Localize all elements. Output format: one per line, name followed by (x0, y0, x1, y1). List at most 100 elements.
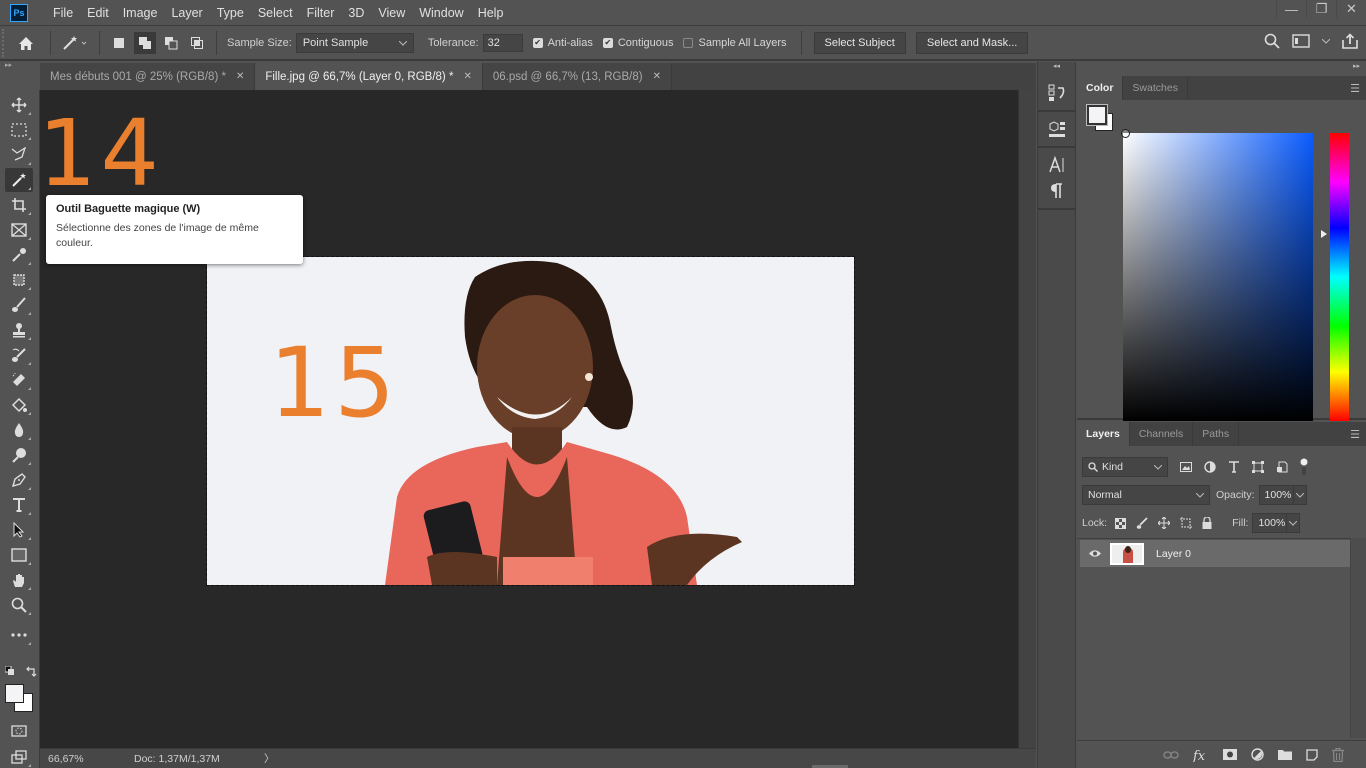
fill-dropdown[interactable] (1286, 513, 1301, 533)
eraser-tool[interactable] (5, 368, 33, 392)
hue-slider-handle[interactable] (1321, 230, 1327, 238)
magic-wand-tool[interactable] (5, 168, 33, 192)
layer-effects-fx-icon[interactable]: fx (1193, 748, 1209, 762)
anti-alias-checkbox[interactable]: ✔ Anti-alias (532, 37, 593, 49)
hue-slider[interactable] (1330, 133, 1349, 421)
tab-color[interactable]: Color (1077, 76, 1124, 100)
new-adjustment-layer-icon[interactable] (1251, 748, 1264, 761)
contiguous-checkbox[interactable]: ✔ Contiguous (602, 37, 673, 49)
lock-image-pixels-icon[interactable] (1136, 517, 1148, 529)
workspace-icon[interactable] (1292, 34, 1310, 48)
panel-menu-icon[interactable]: ☰ (1350, 82, 1360, 95)
move-tool[interactable] (5, 93, 33, 117)
menu-edit[interactable]: Edit (80, 6, 116, 20)
brush-tool[interactable] (5, 293, 33, 317)
healing-brush-tool[interactable] (5, 268, 33, 292)
menu-select[interactable]: Select (251, 6, 300, 20)
tab-mes-debuts[interactable]: Mes débuts 001 @ 25% (RGB/8) * ✕ (40, 63, 256, 90)
character-icon[interactable] (1048, 156, 1066, 174)
menu-window[interactable]: Window (412, 6, 470, 20)
tool-preset-picker[interactable] (57, 35, 93, 51)
sample-size-select[interactable]: Point Sample (295, 33, 414, 53)
blend-mode-select[interactable]: Normal (1082, 485, 1210, 505)
intersect-selection-button[interactable] (186, 32, 208, 54)
blur-tool[interactable] (5, 418, 33, 442)
dodge-tool[interactable] (5, 443, 33, 467)
share-icon[interactable] (1342, 33, 1358, 49)
swap-colors-icon[interactable] (25, 666, 37, 678)
color-picker-cursor[interactable] (1121, 129, 1130, 138)
menu-help[interactable]: Help (471, 6, 511, 20)
close-button[interactable]: ✕ (1336, 0, 1366, 18)
layers-scrollbar[interactable] (1350, 538, 1366, 738)
type-layer-filter-icon[interactable] (1228, 461, 1240, 473)
saturation-brightness-field[interactable] (1123, 133, 1313, 421)
vertical-scrollbar[interactable] (1018, 90, 1036, 748)
select-and-mask-button[interactable]: Select and Mask... (915, 32, 1029, 54)
layer-filter-select[interactable]: Kind (1082, 457, 1168, 477)
zoom-tool[interactable] (5, 593, 33, 617)
visibility-eye-icon[interactable] (1088, 549, 1102, 558)
menu-view[interactable]: View (371, 6, 412, 20)
subtract-from-selection-button[interactable] (160, 32, 182, 54)
pixel-layer-filter-icon[interactable] (1180, 462, 1192, 472)
lock-transparent-pixels-icon[interactable] (1115, 517, 1127, 529)
new-selection-button[interactable] (108, 32, 130, 54)
menu-layer[interactable]: Layer (164, 6, 209, 20)
add-to-selection-button[interactable] (134, 32, 156, 54)
paint-bucket-tool[interactable] (5, 393, 33, 417)
history-brush-tool[interactable] (5, 343, 33, 367)
delete-layer-trash-icon[interactable] (1332, 747, 1344, 762)
sample-all-layers-checkbox[interactable]: Sample All Layers (683, 37, 787, 49)
lock-all-icon[interactable] (1202, 517, 1212, 529)
lock-artboard-icon[interactable] (1180, 517, 1193, 529)
menu-filter[interactable]: Filter (300, 6, 342, 20)
filter-toggle-icon[interactable] (1300, 458, 1308, 476)
clone-stamp-tool[interactable] (5, 318, 33, 342)
minimize-button[interactable]: — (1276, 0, 1306, 18)
tab-channels[interactable]: Channels (1130, 422, 1194, 446)
opacity-dropdown[interactable] (1292, 485, 1307, 505)
close-icon[interactable]: ✕ (463, 71, 471, 82)
toolbar-collapse-toggle[interactable]: ▸▸ (0, 61, 40, 71)
history-icon[interactable] (1048, 84, 1066, 102)
close-icon[interactable]: ✕ (236, 71, 244, 82)
panel-menu-icon[interactable]: ☰ (1350, 428, 1360, 441)
smart-object-filter-icon[interactable] (1276, 461, 1288, 473)
quick-mask-button[interactable] (5, 719, 33, 743)
tab-swatches[interactable]: Swatches (1123, 76, 1188, 100)
restore-button[interactable]: ❐ (1306, 0, 1336, 18)
eyedropper-tool[interactable] (5, 243, 33, 267)
type-tool[interactable] (5, 493, 33, 517)
tolerance-input[interactable]: 32 (482, 34, 523, 52)
link-layers-icon[interactable] (1163, 750, 1179, 759)
add-mask-icon[interactable] (1223, 749, 1237, 760)
opacity-input[interactable]: 100% (1258, 485, 1293, 505)
crop-tool[interactable] (5, 193, 33, 217)
panel-expand-toggle[interactable]: ▸▸ (1077, 62, 1366, 76)
status-menu-arrow[interactable]: 〉 (264, 751, 275, 766)
path-selection-tool[interactable] (5, 518, 33, 542)
lock-position-icon[interactable] (1158, 517, 1171, 529)
search-icon[interactable] (1264, 33, 1280, 49)
menu-type[interactable]: Type (210, 6, 251, 20)
zoom-level[interactable]: 66,67% (48, 753, 108, 765)
menu-file[interactable]: File (46, 6, 80, 20)
pen-tool[interactable] (5, 468, 33, 492)
lasso-tool[interactable] (5, 143, 33, 167)
tab-06-psd[interactable]: 06.psd @ 66,7% (13, RGB/8) ✕ (482, 63, 672, 90)
fill-input[interactable]: 100% (1252, 513, 1287, 533)
select-subject-button[interactable]: Select Subject (813, 32, 906, 54)
adjustment-layer-filter-icon[interactable] (1204, 461, 1216, 473)
foreground-color-swatch[interactable] (5, 684, 24, 703)
edit-toolbar-button[interactable] (5, 623, 33, 647)
menu-image[interactable]: Image (116, 6, 165, 20)
paragraph-icon[interactable] (1050, 182, 1064, 200)
dock-collapse-toggle[interactable]: ◂◂ (1038, 62, 1075, 76)
tab-paths[interactable]: Paths (1193, 422, 1240, 446)
marquee-tool[interactable] (5, 118, 33, 142)
frame-tool[interactable] (5, 218, 33, 242)
3d-materials-icon[interactable] (1048, 120, 1066, 138)
rectangle-tool[interactable] (5, 543, 33, 567)
menu-3d[interactable]: 3D (341, 6, 371, 20)
